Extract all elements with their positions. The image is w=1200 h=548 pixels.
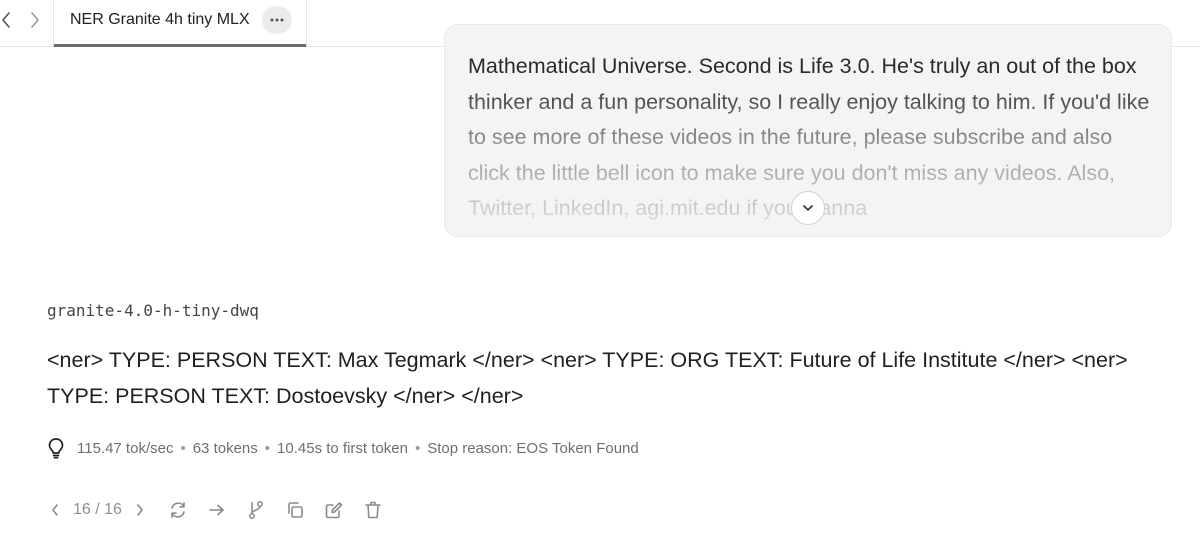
copy-icon — [288, 502, 303, 518]
branch-button[interactable] — [245, 499, 267, 521]
edit-icon — [325, 502, 343, 519]
assistant-response: <ner> TYPE: PERSON TEXT: Max Tegmark </n… — [47, 348, 1128, 408]
message-actions: 16 / 16 — [45, 497, 384, 523]
chevron-down-icon — [803, 205, 813, 211]
tab-title: NER Granite 4h tiny MLX — [70, 11, 250, 28]
forward-button[interactable] — [25, 8, 45, 32]
chevron-right-icon — [31, 12, 39, 28]
chevron-left-icon — [2, 12, 10, 28]
stat-first-token: 10.45s to first token — [277, 439, 408, 457]
regenerate-icon — [171, 502, 185, 518]
generation-stats: 115.47 tok/sec • 63 tokens • 10.45s to f… — [47, 436, 639, 460]
model-name: granite-4.0-h-tiny-dwq — [47, 301, 259, 320]
expand-message-button[interactable] — [791, 191, 825, 225]
stat-tokens: 63 tokens — [192, 439, 258, 457]
stat-stop-reason: Stop reason: EOS Token Found — [427, 439, 639, 457]
back-button[interactable] — [0, 8, 16, 32]
lightbulb-icon — [47, 436, 67, 460]
delete-button[interactable] — [362, 499, 384, 521]
active-tab-indicator — [54, 44, 306, 47]
next-version-button[interactable] — [130, 498, 150, 522]
chevron-left-icon — [52, 504, 58, 516]
tab-chat[interactable]: NER Granite 4h tiny MLX — [53, 0, 307, 47]
branch-icon — [248, 501, 263, 519]
stat-separator: • — [414, 439, 421, 457]
chevron-right-icon — [137, 504, 143, 516]
more-icon — [270, 18, 284, 22]
stat-separator: • — [180, 439, 186, 457]
version-pager: 16 / 16 — [73, 501, 122, 518]
regenerate-button[interactable] — [167, 499, 189, 521]
stat-speed: 115.47 tok/sec — [77, 439, 174, 457]
continue-icon — [209, 504, 224, 516]
edit-button[interactable] — [323, 499, 345, 521]
tab-menu-button[interactable] — [262, 6, 292, 34]
trash-icon — [365, 501, 381, 519]
continue-button[interactable] — [206, 499, 228, 521]
previous-version-button[interactable] — [45, 498, 65, 522]
copy-button[interactable] — [284, 499, 306, 521]
stat-separator: • — [264, 439, 271, 457]
